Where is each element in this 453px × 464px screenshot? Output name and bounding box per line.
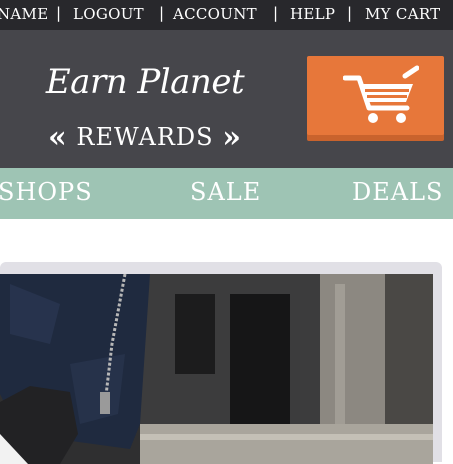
my-cart-link[interactable]: MY CART — [365, 5, 440, 23]
separator: | — [347, 4, 353, 22]
username-link[interactable]: NAME — [0, 5, 48, 23]
hero-photo — [0, 274, 433, 464]
separator: | — [159, 4, 165, 22]
hero-image[interactable] — [0, 274, 433, 464]
nav-item-shops[interactable]: SHOPS — [0, 178, 93, 206]
brand-logo[interactable]: Earn Planet « REWARDS » — [40, 60, 250, 160]
separator: | — [56, 4, 62, 22]
logout-link[interactable]: LOGOUT — [73, 5, 144, 23]
shopping-cart-icon — [343, 65, 419, 123]
nav-item-sale[interactable]: SALE — [190, 178, 261, 206]
nav-item-deals[interactable]: DEALS — [352, 178, 443, 206]
logo-wordmark: Earn Planet — [45, 62, 245, 102]
site-header: Earn Planet « REWARDS » — [0, 30, 453, 168]
cart-button[interactable] — [307, 56, 444, 135]
account-link[interactable]: ACCOUNT — [173, 5, 257, 23]
chevron-left-icon: « — [48, 120, 68, 155]
separator: | — [273, 4, 279, 22]
help-link[interactable]: HELP — [290, 5, 335, 23]
chevron-right-icon: » — [222, 120, 242, 155]
account-bar: NAME | LOGOUT | ACCOUNT | HELP | MY CART — [0, 0, 453, 30]
logo-tagline: « REWARDS » — [40, 118, 250, 155]
logo-tagline-text: REWARDS — [76, 123, 214, 151]
main-nav: SHOPS SALE DEALS — [0, 168, 453, 219]
